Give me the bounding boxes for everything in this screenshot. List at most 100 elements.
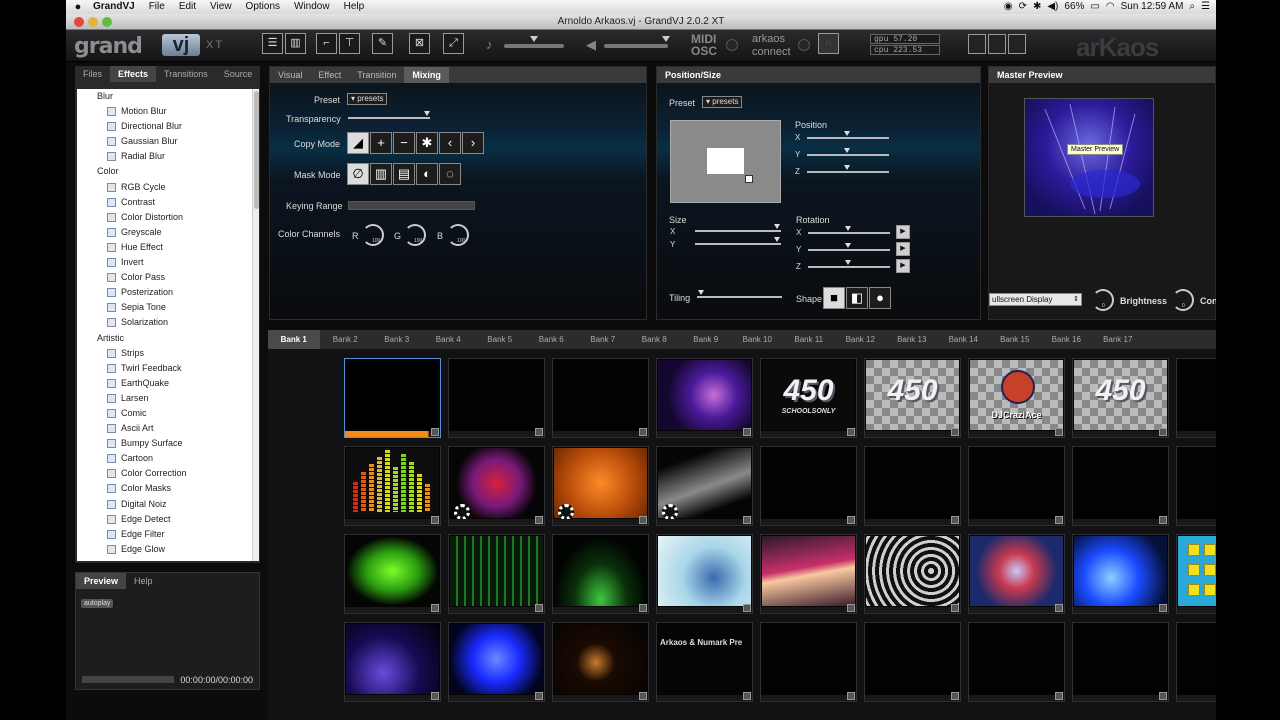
effect-item[interactable]: Solarization (77, 315, 259, 330)
slot-settings-icon[interactable] (743, 604, 751, 612)
tiling-handle[interactable] (698, 290, 704, 295)
slot-settings-icon[interactable] (535, 692, 543, 700)
effect-item[interactable]: Color Pass (77, 270, 259, 285)
mask-luma-icon[interactable]: ▥ (370, 163, 392, 185)
pos-y-slider[interactable] (807, 154, 889, 156)
transparency-handle[interactable] (424, 111, 430, 116)
size-x-slider[interactable] (695, 230, 781, 232)
menu-file[interactable]: File (142, 0, 172, 14)
slot-settings-icon[interactable] (431, 604, 439, 612)
slot-settings-icon[interactable] (1159, 516, 1167, 524)
effect-item[interactable]: Bumpy Surface (77, 436, 259, 451)
effect-category[interactable]: Artistic (77, 331, 259, 346)
wifi-icon[interactable]: ◠ (1106, 0, 1115, 14)
slot-settings-icon[interactable] (951, 692, 959, 700)
slot-settings-icon[interactable] (1159, 692, 1167, 700)
headphones-icon[interactable]: ∩ (818, 33, 839, 54)
effect-item[interactable]: Ascii Art (77, 421, 259, 436)
visual-slot[interactable] (1176, 446, 1216, 526)
menu-window[interactable]: Window (287, 0, 337, 14)
slot-settings-icon[interactable] (639, 516, 647, 524)
visual-slot[interactable] (1072, 534, 1169, 614)
bank-tab[interactable]: Bank 17 (1092, 330, 1144, 349)
tab-effect[interactable]: Effect (310, 67, 349, 83)
tree-scroll-thumb[interactable] (254, 91, 259, 209)
visual-slot[interactable] (1072, 622, 1169, 702)
tab-mixing[interactable]: Mixing (404, 67, 449, 83)
rot-y-slider[interactable] (808, 249, 890, 251)
effect-item[interactable]: Comic (77, 406, 259, 421)
effect-item[interactable]: Radial Blur (77, 149, 259, 164)
effect-item[interactable]: Directional Blur (77, 119, 259, 134)
visual-slot[interactable] (656, 534, 753, 614)
master-preview-image[interactable]: Master Preview (1024, 98, 1154, 217)
visual-slot[interactable]: DJCraziAce (968, 358, 1065, 438)
slot-settings-icon[interactable] (535, 604, 543, 612)
slot-settings-icon[interactable] (951, 516, 959, 524)
mask-chroma-icon[interactable]: ◌ (439, 163, 461, 185)
display-dropdown-arrow[interactable]: ⇕ (1073, 295, 1079, 303)
effect-item[interactable]: Edge Glow (77, 542, 259, 557)
tab-files[interactable]: Files (75, 66, 110, 82)
visual-slot[interactable] (552, 446, 649, 526)
shape-cube-icon[interactable]: ◧ (846, 287, 868, 309)
mix-mode-a-icon[interactable]: ⌐ (316, 33, 337, 54)
fullscreen-icon[interactable]: ⤢ (443, 33, 464, 54)
slot-settings-icon[interactable] (431, 692, 439, 700)
visual-slot[interactable] (552, 534, 649, 614)
bluetooth-icon[interactable]: ✱ (1033, 0, 1041, 14)
close-layer-icon[interactable]: ⊠ (409, 33, 430, 54)
slot-settings-icon[interactable] (743, 428, 751, 436)
tab-source[interactable]: Source (216, 66, 261, 82)
tab-transitions[interactable]: Transitions (156, 66, 216, 82)
effect-item[interactable]: Color Correction (77, 466, 259, 481)
visual-slot[interactable] (344, 446, 441, 526)
rot-y-play-button[interactable]: ▶ (896, 242, 910, 256)
pos-z-handle[interactable] (844, 165, 850, 170)
visual-slot[interactable] (968, 446, 1065, 526)
effect-item[interactable]: Posterization (77, 285, 259, 300)
slot-settings-icon[interactable] (1055, 604, 1063, 612)
effect-item[interactable]: Contrast (77, 195, 259, 210)
visual-slot[interactable] (344, 358, 441, 438)
bank-tab[interactable]: Bank 13 (886, 330, 938, 349)
bank-tab[interactable]: Bank 16 (1041, 330, 1093, 349)
size-x-handle[interactable] (774, 224, 780, 229)
slot-settings-icon[interactable] (431, 428, 439, 436)
mask-alpha-icon[interactable]: ▤ (393, 163, 415, 185)
visual-slot[interactable] (656, 446, 753, 526)
size-y-handle[interactable] (774, 237, 780, 242)
visual-slot[interactable] (552, 622, 649, 702)
rot-x-handle[interactable] (845, 226, 851, 231)
bank-tab[interactable]: Bank 10 (732, 330, 784, 349)
slot-settings-icon[interactable] (951, 428, 959, 436)
tab-effects[interactable]: Effects (110, 66, 157, 82)
rot-z-handle[interactable] (845, 260, 851, 265)
copy-add-icon[interactable]: + (370, 132, 392, 154)
tab-preview[interactable]: Preview (76, 573, 127, 589)
bank-tab[interactable]: Bank 6 (526, 330, 578, 349)
effect-item[interactable]: Greyscale (77, 225, 259, 240)
pos-z-slider[interactable] (807, 171, 889, 173)
visual-slot[interactable] (1072, 446, 1169, 526)
slot-settings-icon[interactable] (847, 692, 855, 700)
visual-slot[interactable]: 450 (864, 358, 961, 438)
speaker-icon[interactable]: ◀ (586, 37, 596, 53)
close-window-button[interactable] (74, 17, 84, 27)
effect-item[interactable]: Digital Noiz (77, 497, 259, 512)
bank-tab[interactable]: Bank 4 (423, 330, 475, 349)
autoplay-button[interactable]: autoplay (81, 599, 114, 608)
rot-z-play-button[interactable]: ▶ (896, 259, 910, 273)
position-canvas[interactable] (670, 120, 781, 203)
slot-settings-icon[interactable] (639, 428, 647, 436)
visual-slot[interactable] (344, 622, 441, 702)
mix-mode-b-icon[interactable]: ⊤ (339, 33, 360, 54)
slot-settings-icon[interactable] (1055, 692, 1063, 700)
mask-keying-icon[interactable]: ◐ (416, 163, 438, 185)
layer-box[interactable] (707, 148, 744, 174)
effect-item[interactable]: Hue Effect (77, 240, 259, 255)
menu-view[interactable]: View (203, 0, 239, 14)
tab-help[interactable]: Help (126, 573, 161, 589)
slot-settings-icon[interactable] (431, 516, 439, 524)
bank-tab[interactable]: Bank 9 (680, 330, 732, 349)
